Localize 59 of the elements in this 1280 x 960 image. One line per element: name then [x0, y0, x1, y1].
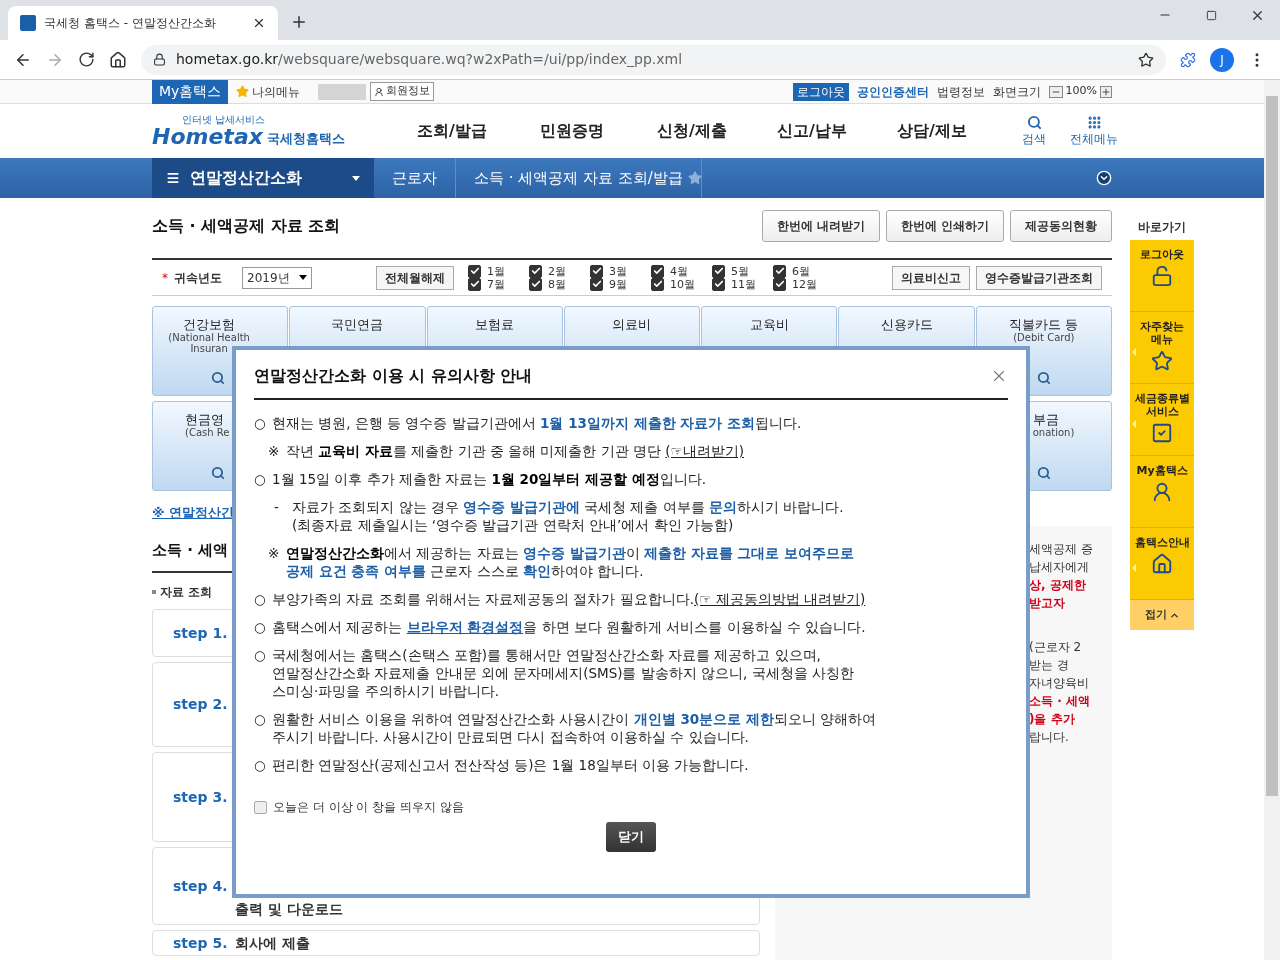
info-text: 자녀양육비	[1029, 675, 1090, 692]
card-subtitle: (Cash Re	[185, 427, 230, 438]
notice-text: ○ 원활한 서비스 이용을 위하여 연말정산간소화 사용시간이 개인별 30분으로 제한되오니 양해하여 주시기 바랍니다. 사용시간이 만료되면 다시 접속하여 이용하실 수 있습니다.	[254, 710, 878, 746]
step-text: 회사에 제출	[235, 935, 311, 952]
month-label: 8월	[548, 277, 567, 291]
info-text: 세액공제 증	[1029, 541, 1094, 558]
page-title: 소득 · 세액공제 자료 조회	[152, 215, 341, 237]
month-label: 2월	[548, 264, 567, 278]
card-title: 보험료	[475, 317, 515, 332]
step-text: 출력 및 다운로드	[235, 901, 344, 918]
card-subtitle: (Debit Card)	[1013, 332, 1075, 343]
card-subtitle: Insuran	[190, 343, 228, 354]
quick-menu-title: 바로가기	[1138, 219, 1186, 236]
required-mark: *	[162, 269, 168, 287]
card-title: 부금	[1032, 412, 1059, 427]
tab-title: 국세청 홈택스 - 연말정산간소화	[44, 15, 217, 32]
sub-title: 자료 조회	[160, 584, 213, 601]
card-title: 의료비	[612, 317, 652, 332]
dont-show-label: 오늘은 더 이상 이 창을 띄우지 않음	[273, 799, 464, 816]
notice-text: ○ 편리한 연말정산(공제신고서 전산작성 등)은 1월 18일부터 이용 가능합니다.	[254, 756, 750, 774]
notice-text: ○ 부양가족의 자료 조회를 위해서는 자료제공동의 절차가 필요합니다.(☞ 제공동의방법 내려받기)	[254, 590, 867, 608]
card-subtitle: (National Health	[168, 332, 250, 343]
month-label: 10월	[670, 277, 696, 291]
info-text: 상, 공제한	[1029, 577, 1087, 594]
info-text: (근로자 2	[1029, 639, 1083, 656]
notice-text: ○ 국세청에서는 홈택스(손택스 포함)를 통해서만 연말정산간소화 자료를 제공하고 있으며, 연말정산간소화 자료제출 안내문 외에 문자메세지(SMS)를 발송하지 않으니, 국세청을 사칭한 스미싱·파밍을 주의하시기 바랍니다.	[254, 646, 855, 700]
month-label: 9월	[609, 277, 628, 291]
url-text: hometax.go.kr/websquare/websquare.wq?w2xPath=/ui/pp/index_pp.xml	[176, 50, 683, 69]
card-title: 교육비	[749, 317, 789, 332]
card-subtitle: onation)	[1032, 427, 1075, 438]
info-text: 받고자	[1029, 595, 1066, 612]
month-label: 11월	[731, 277, 757, 291]
step-label: step 3.	[173, 788, 228, 806]
zoom-label: 화면크기	[992, 83, 1041, 101]
card-title: 국민연금	[331, 317, 384, 332]
month-label: 6월	[792, 264, 811, 278]
zoom-value: 100%	[1065, 83, 1097, 100]
notice-text: ○ 홈택스에서 제공하는 브라우저 환경설정을 하면 보다 원활하게 서비스를 이용하실 수 있습니다.	[254, 618, 867, 636]
month-label: 1월	[487, 264, 506, 278]
month-label: 3월	[609, 264, 628, 278]
card-title: 현금영	[185, 412, 224, 427]
step-label: step 1.	[173, 624, 228, 642]
year-label: 귀속년도	[174, 269, 222, 287]
info-text: 납세자에게	[1029, 559, 1090, 576]
step-label: step 5.	[173, 935, 228, 952]
month-label: 4월	[670, 264, 689, 278]
info-text: )을 추가	[1029, 711, 1076, 728]
card-title: 직불카드 등	[1009, 317, 1079, 332]
month-label: 7월	[487, 277, 506, 291]
step-label: step 4.	[173, 877, 228, 895]
card-title: 건강보험	[183, 317, 236, 332]
card-title: 신용카드	[880, 317, 933, 332]
month-label: 12월	[792, 277, 818, 291]
info-text: 받는 경	[1029, 657, 1070, 674]
info-text: 소득 · 세액	[1029, 693, 1091, 710]
notice-text: - 자료가 조회되지 않는 경우 영수증 발급기관에 국세청 제출 여부를 문의하시기 바랍니다. (최종자료 제출일시는 ‘영수증 발급기관 연락처 안내’에서 확인 가능함)	[273, 498, 845, 534]
step-label: step 2.	[173, 696, 228, 713]
info-text: 랍니다.	[1029, 729, 1070, 746]
month-label: 5월	[731, 264, 750, 278]
